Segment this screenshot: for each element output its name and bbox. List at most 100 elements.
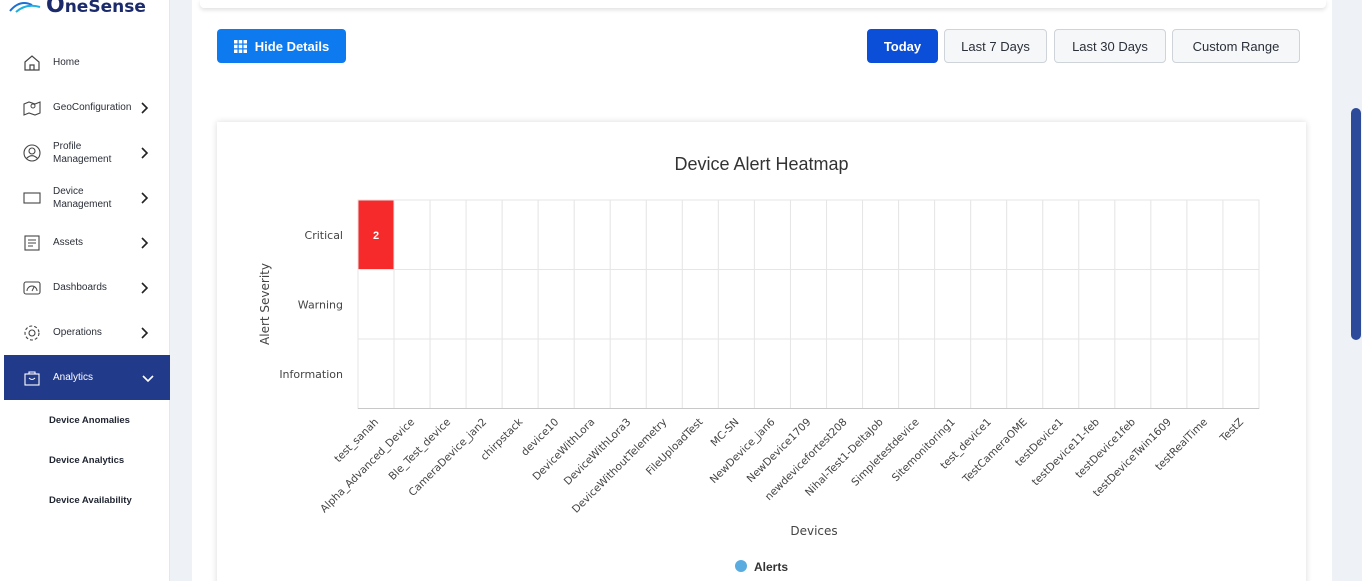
heatmap-cell xyxy=(717,269,755,340)
heatmap-cell xyxy=(465,199,503,270)
heatmap-cell xyxy=(681,199,719,270)
heatmap-cell xyxy=(753,338,791,409)
grid-icon xyxy=(233,39,247,53)
heatmap-cell xyxy=(717,338,755,409)
heatmap-cell xyxy=(501,199,539,270)
heatmap-cell xyxy=(609,199,647,270)
range-today-button[interactable]: Today xyxy=(867,29,938,63)
heatmap-cell xyxy=(826,338,864,409)
heatmap-cell xyxy=(1078,269,1116,340)
x-tick-label: DeviceWithLora3 xyxy=(562,416,634,488)
heatmap-cell xyxy=(1186,338,1224,409)
heatmap-cell xyxy=(789,199,828,270)
top-panel xyxy=(200,0,1326,8)
heatmap-cell xyxy=(573,199,611,270)
heatmap-cell xyxy=(429,199,467,270)
user-circle-icon xyxy=(22,143,42,163)
heatmap-cell xyxy=(934,269,972,340)
range-custom-button[interactable]: Custom Range xyxy=(1172,29,1300,63)
heatmap-chart: 2CriticalWarningInformationtest_sanahAlp… xyxy=(258,199,1260,574)
sidebar-item-dashboards[interactable]: Dashboards xyxy=(0,265,170,310)
sidebar-item-home[interactable]: Home xyxy=(0,40,170,85)
heatmap-cell xyxy=(862,269,900,340)
x-tick-label: NewDevice_jan6 xyxy=(708,416,778,486)
heatmap-cell xyxy=(1114,338,1152,409)
range-last-30-days-button[interactable]: Last 30 Days xyxy=(1054,29,1166,63)
y-tick-label: Critical xyxy=(305,229,343,242)
heatmap-cell xyxy=(826,199,864,270)
heatmap-cell xyxy=(898,338,936,409)
heatmap-cell xyxy=(753,199,791,270)
heatmap-cell xyxy=(1042,269,1080,340)
hide-details-button[interactable]: Hide Details xyxy=(217,29,346,63)
sidebar-item-geoconfiguration[interactable]: GeoConfiguration xyxy=(0,85,170,130)
sidebar-item-analytics[interactable]: Analytics xyxy=(4,355,170,400)
sidebar-item-label: Assets xyxy=(53,237,84,248)
heatmap-cell xyxy=(1222,338,1260,409)
chevron-right-icon xyxy=(141,101,149,114)
heatmap-cell xyxy=(429,269,467,340)
heatmap-cell xyxy=(501,269,539,340)
legend-label: Alerts xyxy=(754,560,788,574)
app-root: OneSense Home GeoConfiguration Profile M… xyxy=(0,0,1362,581)
heatmap-cell xyxy=(1078,199,1116,270)
heatmap-cell xyxy=(970,199,1008,270)
heatmap-cell xyxy=(393,338,431,409)
sidebar-item-device-management[interactable]: Device Management xyxy=(0,175,170,220)
heatmap-cell xyxy=(573,338,611,409)
heatmap-cell xyxy=(898,199,936,270)
x-tick-label: Ble_Test_device xyxy=(387,416,454,483)
assets-icon xyxy=(22,233,42,253)
heatmap-cell xyxy=(537,269,575,340)
sidebar-subitem-device-availability[interactable]: Device Availability xyxy=(0,480,170,520)
y-tick-label: Warning xyxy=(298,298,343,311)
sidebar-item-label: Operations xyxy=(53,327,102,338)
y-tick-label: Information xyxy=(279,368,343,381)
vertical-scrollbar[interactable] xyxy=(1351,108,1361,340)
heatmap-cell xyxy=(609,338,647,409)
home-icon xyxy=(22,53,42,73)
y-axis-title: Alert Severity xyxy=(258,263,272,345)
sidebar-item-profile-management[interactable]: Profile Management xyxy=(0,130,170,175)
heatmap-cell xyxy=(645,199,683,270)
bag-icon xyxy=(22,368,42,388)
map-icon xyxy=(22,98,42,118)
laptop-icon xyxy=(22,188,42,208)
heatmap-cell xyxy=(393,199,431,270)
heatmap-cell xyxy=(465,269,503,340)
x-axis-title: Devices xyxy=(790,524,837,538)
cell-value-label: 2 xyxy=(373,230,379,242)
sidebar-item-assets[interactable]: Assets xyxy=(0,220,170,265)
heatmap-cell xyxy=(537,199,575,270)
heatmap-card: Device Alert Heatmap 2 Critical Warning Inf… xyxy=(217,122,1306,581)
sidebar-item-operations[interactable]: Operations xyxy=(0,310,170,355)
heatmap-cell xyxy=(862,338,900,409)
chevron-down-icon xyxy=(142,374,154,382)
sidebar-subitem-device-analytics[interactable]: Device Analytics xyxy=(0,440,170,480)
heatmap-cell xyxy=(753,269,791,340)
x-tick-label: Sitemonitoring1 xyxy=(890,416,958,484)
x-tick-label: Simpletestdevice xyxy=(849,416,921,488)
heatmap-cell xyxy=(1222,269,1260,340)
heatmap-cell xyxy=(970,269,1008,340)
heatmap-cell xyxy=(970,338,1008,409)
chevron-right-icon xyxy=(141,281,149,294)
heatmap-cell xyxy=(1222,199,1260,270)
heatmap-cell xyxy=(862,199,900,270)
heatmap-cell xyxy=(537,338,575,409)
sidebar: OneSense Home GeoConfiguration Profile M… xyxy=(0,0,170,581)
range-last-7-days-button[interactable]: Last 7 Days xyxy=(944,29,1047,63)
brand-logo[interactable]: OneSense xyxy=(8,0,146,20)
chevron-right-icon xyxy=(141,191,149,204)
heatmap-cell xyxy=(717,199,755,270)
heatmap-cell xyxy=(465,338,503,409)
heatmap-cell xyxy=(645,269,683,340)
sidebar-item-label: Home xyxy=(53,57,80,68)
heatmap-cell xyxy=(1150,269,1188,340)
x-tick-label: DeviceWithLora xyxy=(530,416,597,483)
x-tick-label: MC-SN xyxy=(709,416,742,449)
heatmap-cell xyxy=(1042,338,1080,409)
heatmap-cell xyxy=(357,338,395,409)
sidebar-subitem-device-anomalies[interactable]: Device Anomalies xyxy=(0,400,170,440)
chevron-right-icon xyxy=(141,236,149,249)
